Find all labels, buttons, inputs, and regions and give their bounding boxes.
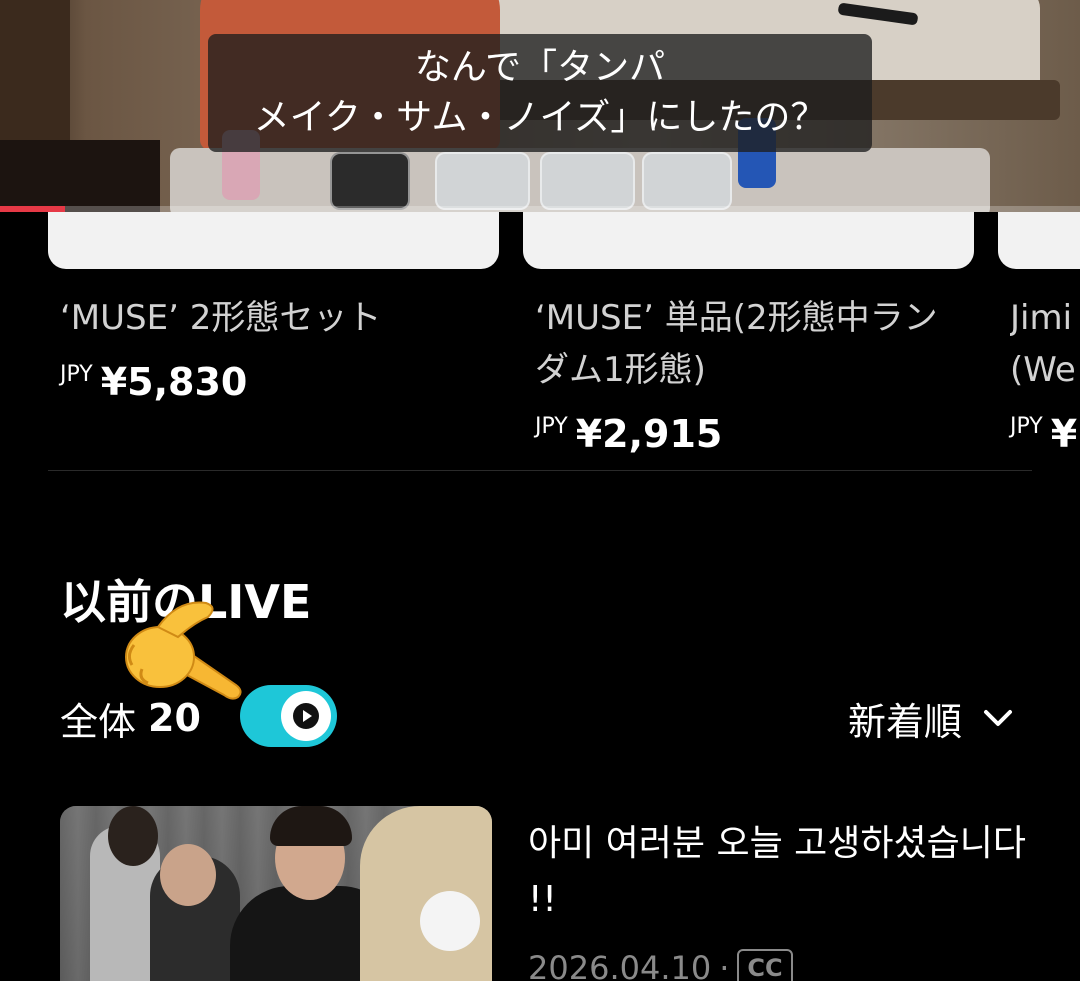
pointing-hand-emoji (125, 601, 242, 700)
product-name[interactable]: Jimi (We (1010, 292, 1080, 396)
chevron-down-icon (984, 710, 1012, 726)
video-date: 2026.04.10 (528, 949, 712, 981)
video-title[interactable]: 아미 여러분 오늘 고생하셨습니다 !! (528, 816, 1028, 928)
sort-dropdown[interactable]: 新着順 (848, 690, 1016, 746)
product-image[interactable] (523, 212, 974, 269)
product-name[interactable]: ‘MUSE’ 単品(2形態中ランダム1形態) (535, 292, 965, 396)
price-value: ¥2,915 (575, 412, 723, 456)
video-player[interactable]: なんで「タンパ メイク・サム・ノイズ」にしたの？ (0, 0, 1080, 212)
video-meta: 2026.04.10 · CC (528, 946, 793, 981)
cc-badge: CC (737, 949, 793, 981)
app-screen: なんで「タンパ メイク・サム・ノイズ」にしたの？ ‘MUSE’ 2形態セット J… (0, 0, 1080, 981)
price-currency: JPY (60, 362, 93, 387)
product-name[interactable]: ‘MUSE’ 2形態セット (60, 292, 500, 344)
video-subtitle: なんで「タンパ メイク・サム・ノイズ」にしたの？ (208, 34, 872, 152)
subtitle-line-1: なんで「タンパ (414, 47, 666, 88)
toggle-knob (281, 691, 331, 741)
replay-filter-toggle[interactable] (240, 685, 337, 747)
price-value: ¥ (1050, 412, 1078, 456)
video-thumbnail[interactable] (60, 806, 492, 981)
product-price: JPY ¥ (1010, 412, 1077, 456)
product-price: JPY ¥2,915 (535, 412, 722, 456)
price-currency: JPY (535, 414, 568, 439)
product-image[interactable] (48, 212, 499, 269)
subtitle-line-2: メイク・サム・ノイズ」にしたの？ (253, 97, 827, 138)
meta-separator: · (719, 949, 730, 981)
section-divider (48, 470, 1032, 471)
product-image[interactable] (998, 212, 1080, 269)
price-currency: JPY (1010, 414, 1043, 439)
sort-label: 新着順 (847, 699, 962, 744)
play-icon (293, 703, 319, 729)
price-value: ¥5,830 (100, 360, 248, 404)
product-price: JPY ¥5,830 (60, 360, 247, 404)
